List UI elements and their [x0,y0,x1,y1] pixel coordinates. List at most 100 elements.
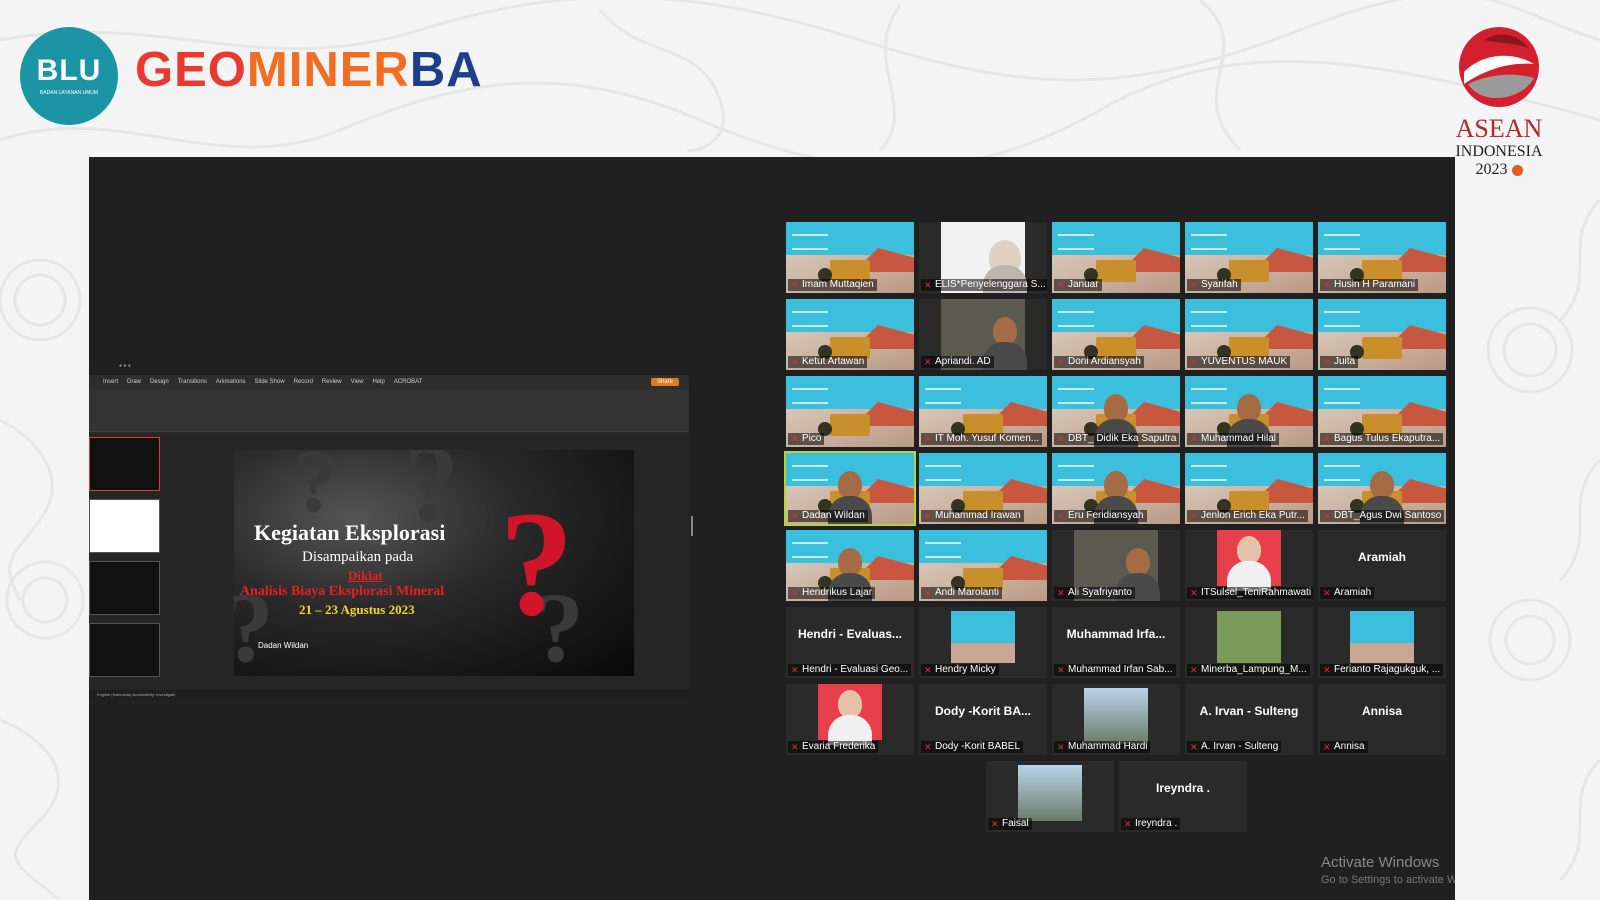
slide-text-lines [792,388,828,404]
participant-tile[interactable]: Aramiah ✕ Aramiah [1318,530,1446,601]
menu-slide-show[interactable]: Slide Show [255,379,285,385]
participant-tile[interactable]: ✕ Minerba_Lampung_M... [1185,607,1313,678]
participant-name-label: ✕ Muhammad Hilal [1187,433,1280,445]
participant-name-label: ✕ Dadan Wildan [788,510,868,522]
slide-presented-at: Disampaikan pada [302,549,414,565]
participant-tile[interactable]: ✕ Bagus Tulus Ekaputra... [1318,376,1446,447]
participant-tile[interactable]: ✕ Evaria Frederika [786,684,914,755]
menu-animations[interactable]: Animations [216,379,246,385]
participant-tile[interactable]: ✕ Muhammad Hilal [1185,376,1313,447]
share-button[interactable]: Share [650,378,679,386]
menu-insert[interactable]: Insert [103,379,118,385]
participant-name: Januar [1068,279,1099,290]
participant-tile[interactable]: ✕ Januar [1052,222,1180,293]
participant-name: ELIS*Penyelenggara S... [935,279,1046,290]
muted-mic-icon: ✕ [1057,357,1065,367]
participant-tile[interactable]: ✕ Eru Feridiansyah [1052,453,1180,524]
participant-tile[interactable]: ✕ Muhammad Hardi [1052,684,1180,755]
ppt-editor: ? ? ? ? ? Kegiatan Eksplorasi Disampaika… [89,433,689,690]
participant-tile[interactable]: ✕ Juita [1318,299,1446,370]
participant-tile[interactable]: ✕ Ketut Artawan [786,299,914,370]
participant-name: Dody -Korit BABEL [935,741,1021,752]
participant-tile[interactable]: Dody -Korit BA... ✕ Dody -Korit BABEL [919,684,1047,755]
person-head [838,690,862,718]
split-view-handle[interactable] [691,516,693,536]
participant-name: Ketut Artawan [802,356,865,367]
muted-mic-icon: ✕ [1190,588,1198,598]
participant-name: Hendrikus Lajar [802,587,873,598]
slide-text-lines [925,388,961,404]
ppt-ribbon[interactable] [89,389,689,432]
muted-mic-icon: ✕ [924,280,932,290]
participant-name: A. Irvan - Sulteng [1201,741,1279,752]
muted-mic-icon: ✕ [924,511,932,521]
slide-thumbnail[interactable] [89,623,160,677]
slide-text-lines [1058,311,1094,327]
participant-display-name: Dody -Korit BA... [935,704,1031,718]
asean-year-text: 2023 [1475,161,1508,178]
participant-tile[interactable]: ✕ Doni Ardiansyah [1052,299,1180,370]
menu-transitions[interactable]: Transitions [178,379,207,385]
menu-record[interactable]: Record [294,379,313,385]
participant-name-label: ✕ Aramiah [1320,587,1375,599]
participant-tile[interactable]: ✕ Jenlon Erich Eka Putr... [1185,453,1313,524]
participant-tile[interactable]: A. Irvan - Sulteng ✕ A. Irvan - Sulteng [1185,684,1313,755]
participant-name: Muhammad Irfan Sab... [1068,664,1173,675]
participant-name: Jenlon Erich Eka Putr... [1201,510,1305,521]
blu-logo-subtext: BADAN LAYANAN UMUM [39,90,99,96]
participant-tile[interactable]: ✕ Muhammad Irawan [919,453,1047,524]
asean-badge-icon [1511,164,1523,176]
person-head [838,471,862,499]
participant-name-label: ✕ Hendri - Evaluasi Geo... [788,664,912,676]
participant-tile[interactable]: ✕ Hendry Micky [919,607,1047,678]
participant-tile[interactable]: ✕ Pico [786,376,914,447]
participant-tile[interactable]: ✕ IT Moh. Yusuf Komen... [919,376,1047,447]
participant-tile[interactable]: ✕ ITSulsel_TeniRahmawati [1185,530,1313,601]
muted-mic-icon: ✕ [791,280,799,290]
participant-tile[interactable]: ✕ Apriandi. AD [919,299,1047,370]
participant-tile[interactable]: ✕ ELIS*Penyelenggara S... [919,222,1047,293]
window-controls-icon[interactable]: ● ● ● [119,363,131,369]
participant-tile[interactable]: ✕ DBT_ Didik Eka Saputra [1052,376,1180,447]
participant-tile[interactable]: ✕ Hendrikus Lajar [786,530,914,601]
participant-thumbnail [1350,611,1414,663]
participant-tile[interactable]: ✕ Imam Muttaqien [786,222,914,293]
participant-tile[interactable]: ✕ Syarifah [1185,222,1313,293]
participant-name-label: ✕ Hendrikus Lajar [788,587,876,599]
participant-tile[interactable]: Annisa ✕ Annisa [1318,684,1446,755]
menu-acrobat[interactable]: ACROBAT [394,379,423,385]
participant-name: Andi Marolanti [935,587,999,598]
muted-mic-icon: ✕ [1057,511,1065,521]
muted-mic-icon: ✕ [1124,819,1132,829]
menu-design[interactable]: Design [150,379,169,385]
participant-display-name: Aramiah [1357,550,1407,564]
shared-screen-powerpoint[interactable]: ● ● ● Insert Draw Design Transitions Ani… [89,357,689,700]
participant-tile[interactable]: ✕ Dadan Wildan [784,451,916,526]
muted-mic-icon: ✕ [1323,742,1331,752]
participant-tile[interactable]: Muhammad Irfa... ✕ Muhammad Irfan Sab... [1052,607,1180,678]
participant-name: YUVENTUS MAUK [1201,356,1288,367]
ppt-menu-bar: Insert Draw Design Transitions Animation… [89,375,689,389]
muted-mic-icon: ✕ [924,357,932,367]
participant-name: Muhammad Hilal [1201,433,1277,444]
slide-thumbnail[interactable] [89,499,160,553]
menu-help[interactable]: Help [373,379,385,385]
participant-tile[interactable]: ✕ Andi Marolanti [919,530,1047,601]
slide-event: Diklat [348,568,383,583]
muted-mic-icon: ✕ [1323,434,1331,444]
menu-view[interactable]: View [351,379,364,385]
menu-review[interactable]: Review [322,379,342,385]
slide-thumbnail[interactable] [89,437,160,491]
participant-tile[interactable]: ✕ Faisal [986,761,1114,832]
participant-tile[interactable]: ✕ Ali Syafriyanto [1052,530,1180,601]
participant-tile[interactable]: ✕ Husin H Paramani [1318,222,1446,293]
participant-tile[interactable]: Hendri - Evaluas... ✕ Hendri - Evaluasi Ge… [786,607,914,678]
participant-tile[interactable]: ✕ Ferianto Rajagukguk, ... [1318,607,1446,678]
slide-thumbnail[interactable] [89,561,160,615]
participant-tile[interactable]: ✕ DBT_Agus Dwi Santoso [1318,453,1446,524]
participant-name-label: ✕ Imam Muttaqien [788,279,877,291]
muted-mic-icon: ✕ [1057,434,1065,444]
menu-draw[interactable]: Draw [127,379,141,385]
participant-tile[interactable]: ✕ YUVENTUS MAUK [1185,299,1313,370]
participant-tile[interactable]: Ireyndra . ✕ Ireyndra . [1119,761,1247,832]
